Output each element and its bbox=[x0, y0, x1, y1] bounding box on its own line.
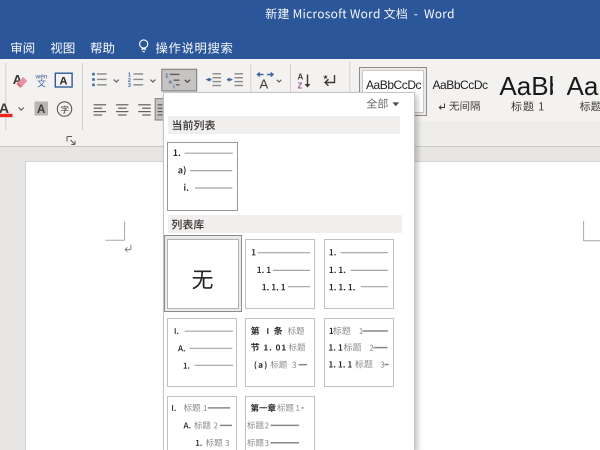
svg-text:A: A bbox=[260, 77, 269, 92]
svg-text:Z: Z bbox=[298, 82, 303, 91]
svg-text:3: 3 bbox=[128, 83, 131, 89]
svg-text:A: A bbox=[37, 104, 45, 116]
svg-text:A: A bbox=[0, 100, 9, 116]
svg-text:A: A bbox=[298, 73, 304, 82]
svg-text:A: A bbox=[60, 76, 68, 88]
